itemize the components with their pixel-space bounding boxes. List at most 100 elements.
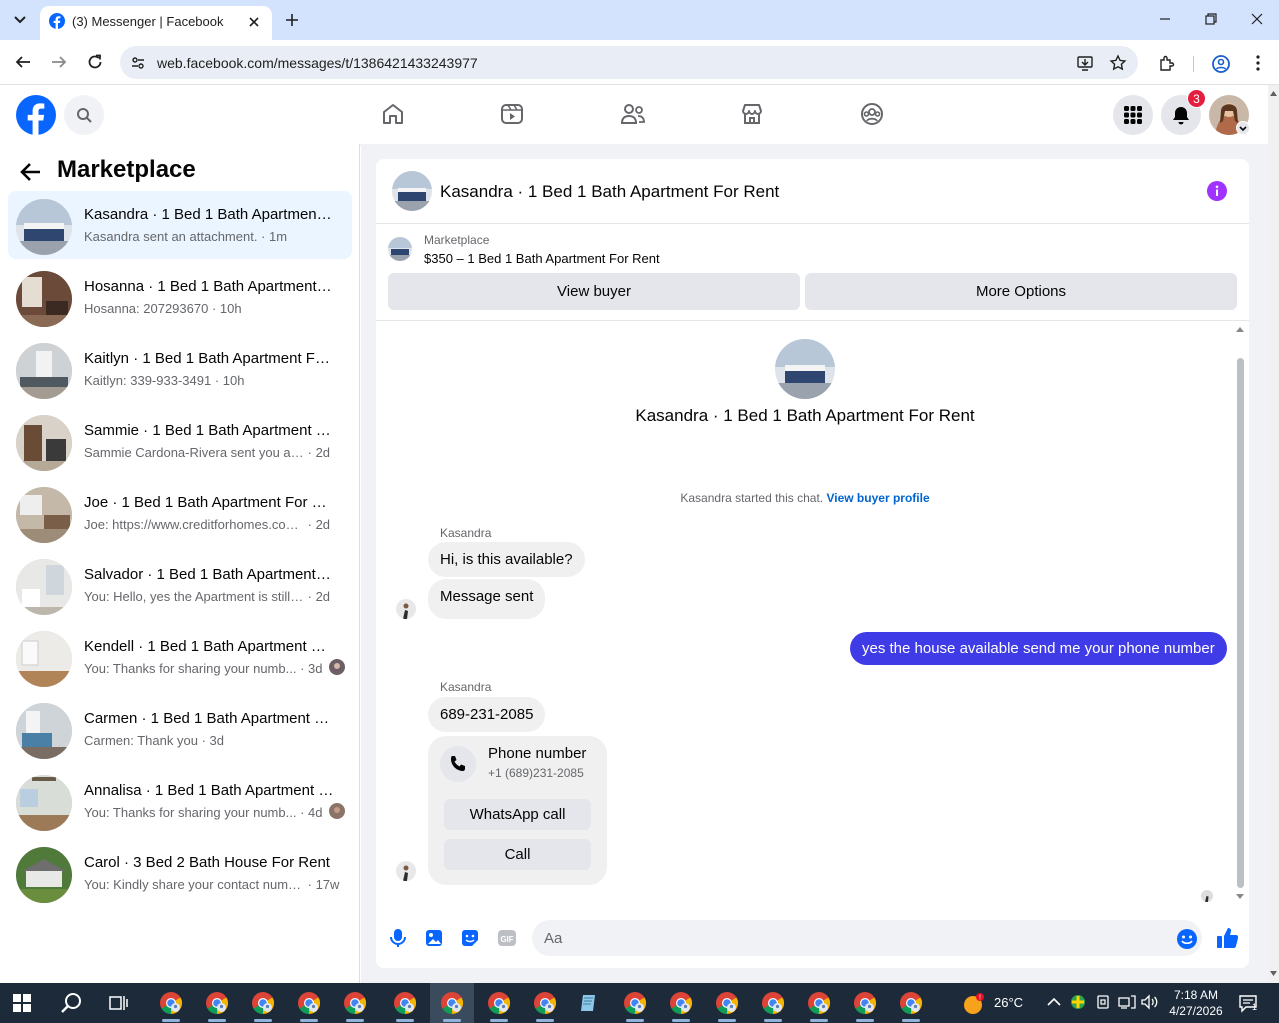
emoji-icon[interactable] [1176,928,1198,950]
taskbar-app-chrome[interactable] [613,983,657,1023]
minimize-icon[interactable] [1158,12,1172,26]
bookmark-star-icon[interactable] [1109,54,1127,72]
url-text[interactable]: web.facebook.com/messages/t/138642143324… [157,55,478,71]
browser-toolbar: web.facebook.com/messages/t/138642143324… [0,40,1279,85]
tray-app-icon[interactable] [1070,994,1086,1010]
info-icon[interactable] [1207,181,1227,201]
taskbar-app-chrome[interactable] [195,983,239,1023]
more-options-button[interactable]: More Options [805,273,1237,310]
weather-icon[interactable]: ! [962,992,986,1016]
photo-icon[interactable] [425,928,443,948]
taskbar-app-chrome[interactable] [659,983,703,1023]
more-menu-icon[interactable] [1250,54,1266,72]
message-bubble-incoming[interactable]: Message sent [428,579,546,619]
taskbar-app-chrome[interactable] [430,983,474,1023]
taskbar-app-chrome[interactable] [797,983,841,1023]
weather-temperature[interactable]: 26°C [994,995,1023,1010]
taskbar-app-chrome[interactable] [333,983,377,1023]
chevron-up-icon[interactable] [1047,997,1061,1007]
new-tab-icon[interactable] [282,10,302,30]
browser-profile-icon[interactable] [1211,54,1231,74]
view-buyer-profile-link[interactable]: View buyer profile [826,491,929,505]
conversation-item[interactable]: Kaitlyn · 1 Bed 1 Bath Apartment For Ren… [8,335,352,403]
conversation-item[interactable]: Salvador · 1 Bed 1 Bath Apartment For Re… [8,551,352,619]
taskbar-app-chrome[interactable] [287,983,331,1023]
install-app-icon[interactable] [1076,54,1094,72]
divider [376,320,1249,321]
taskbar-app-chrome[interactable] [477,983,521,1023]
gif-icon[interactable]: GIF [497,928,517,948]
close-icon[interactable] [246,14,262,30]
video-icon[interactable] [500,102,524,126]
address-bar[interactable]: web.facebook.com/messages/t/138642143324… [120,46,1138,79]
taskbar-app-chrome[interactable] [383,983,427,1023]
message-bubble-incoming[interactable]: Hi, is this available? [428,542,585,577]
conversation-item[interactable]: Hosanna · 1 Bed 1 Bath Apartment For Ren… [8,263,352,331]
facebook-logo-icon[interactable] [16,95,56,135]
restore-icon[interactable] [1204,12,1218,26]
reload-icon[interactable] [86,53,104,71]
friends-icon[interactable] [620,102,646,126]
conversation-item[interactable]: Sammie · 1 Bed 1 Bath Apartment For Rent… [8,407,352,475]
chat-title[interactable]: Kasandra · 1 Bed 1 Bath Apartment For Re… [440,182,779,202]
menu-button[interactable] [1113,95,1153,135]
start-button[interactable] [0,983,44,1023]
message-bubble-outgoing[interactable]: yes the house available send me your pho… [850,632,1227,665]
message-bubble-incoming[interactable]: 689-231-2085 [428,697,546,732]
scroll-down-arrow-icon[interactable] [1270,971,1277,977]
conversation-preview: Joe: https://www.creditforhomes.com... ·… [84,517,331,532]
taskbar-app-chrome[interactable] [523,983,567,1023]
message-input[interactable] [532,920,1202,956]
listing-thumbnail [16,343,72,399]
site-settings-icon[interactable] [130,55,146,71]
sender-avatar [396,599,416,619]
back-arrow-icon[interactable] [14,53,32,71]
chat-avatar[interactable] [392,171,432,211]
taskbar-app-chrome[interactable] [843,983,887,1023]
call-button[interactable]: Call [444,839,591,870]
conversation-item[interactable]: Carmen · 1 Bed 1 Bath Apartment For Rent… [8,695,352,763]
network-icon[interactable] [1118,994,1136,1010]
scroll-down-arrow-icon[interactable] [1236,894,1244,900]
search-button[interactable] [64,95,104,135]
taskbar-app-chrome[interactable] [241,983,285,1023]
scroll-up-arrow-icon[interactable] [1270,90,1277,96]
extensions-icon[interactable] [1158,54,1176,72]
home-icon[interactable] [381,102,405,126]
marketplace-icon[interactable] [740,102,764,126]
volume-icon[interactable] [1141,994,1159,1010]
conversation-item[interactable]: Kendell · 1 Bed 1 Bath Apartment For Ren… [8,623,352,691]
scroll-up-arrow-icon[interactable] [1236,326,1244,332]
taskbar-app-chrome[interactable] [889,983,933,1023]
search-icon [77,108,92,123]
window-close-icon[interactable] [1250,12,1264,26]
forward-arrow-icon[interactable] [50,53,68,71]
page-scrollbar[interactable] [1268,85,1279,983]
thumbs-up-icon[interactable] [1216,926,1240,950]
taskbar-app-notepad[interactable] [567,983,611,1023]
conversation-item[interactable]: Carol · 3 Bed 2 Bath House For Rent You:… [8,839,352,907]
conversation-preview: You: Thanks for sharing your numb... · 3… [84,661,323,676]
taskbar-app-chrome[interactable] [751,983,795,1023]
device-icon[interactable] [1095,994,1111,1010]
whatsapp-call-button[interactable]: WhatsApp call [444,799,591,830]
microphone-icon[interactable] [389,928,407,948]
sticker-icon[interactable] [460,928,480,948]
taskbar-app-chrome[interactable] [149,983,193,1023]
browser-tab[interactable]: (3) Messenger | Facebook [40,6,272,40]
conversation-item[interactable]: Annalisa · 1 Bed 1 Bath Apartment For Re… [8,767,352,835]
task-view-button[interactable] [97,983,141,1023]
conversation-item[interactable]: Kasandra · 1 Bed 1 Bath Apartment For Re… [8,191,352,259]
back-arrow-icon[interactable] [20,161,42,183]
taskbar-app-chrome[interactable] [705,983,749,1023]
marketplace-inbox-panel: Marketplace Kasandra · 1 Bed 1 Bath Apar… [0,144,360,983]
conversation-item[interactable]: Joe · 1 Bed 1 Bath Apartment For Rent Jo… [8,479,352,547]
groups-icon[interactable] [860,102,884,126]
svg-text:!: ! [979,995,981,1002]
tab-search-button[interactable] [8,8,32,32]
search-taskbar-button[interactable] [50,983,94,1023]
view-buyer-button[interactable]: View buyer [388,273,800,310]
taskbar-clock[interactable]: 7:18 AM 4/27/2026 [1163,987,1229,1019]
account-menu-chevron[interactable] [1236,121,1250,135]
chat-scrollbar-thumb[interactable] [1237,358,1244,888]
